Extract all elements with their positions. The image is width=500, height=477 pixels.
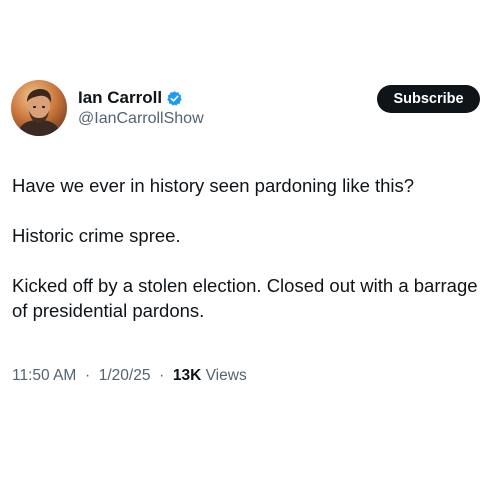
subscribe-button[interactable]: Subscribe bbox=[377, 85, 480, 113]
avatar[interactable] bbox=[11, 80, 67, 136]
tweet-text: Have we ever in history seen pardoning l… bbox=[12, 173, 490, 348]
meta-separator: · bbox=[154, 367, 169, 384]
display-name[interactable]: Ian Carroll bbox=[78, 88, 162, 108]
views-label: Views bbox=[205, 367, 247, 384]
timestamp-date[interactable]: 1/20/25 bbox=[99, 367, 151, 384]
timestamp-time[interactable]: 11:50 AM bbox=[12, 367, 76, 384]
name-row: Ian Carroll bbox=[78, 87, 183, 109]
verified-badge-icon bbox=[166, 90, 183, 107]
tweet-card: Ian Carroll @IanCarrollShow Subscribe Ha… bbox=[0, 70, 500, 402]
tweet-paragraph: Historic crime spree. bbox=[12, 225, 181, 246]
meta-separator: · bbox=[80, 367, 95, 384]
profile-photo-icon bbox=[11, 80, 67, 136]
tweet-paragraph: Kicked off by a stolen election. Closed … bbox=[12, 275, 478, 321]
handle[interactable]: @IanCarrollShow bbox=[78, 110, 204, 128]
tweet-meta: 11:50 AM · 1/20/25 · 13K Views bbox=[12, 367, 247, 385]
tweet-paragraph: Have we ever in history seen pardoning l… bbox=[12, 175, 415, 196]
views-count: 13K bbox=[172, 367, 202, 384]
